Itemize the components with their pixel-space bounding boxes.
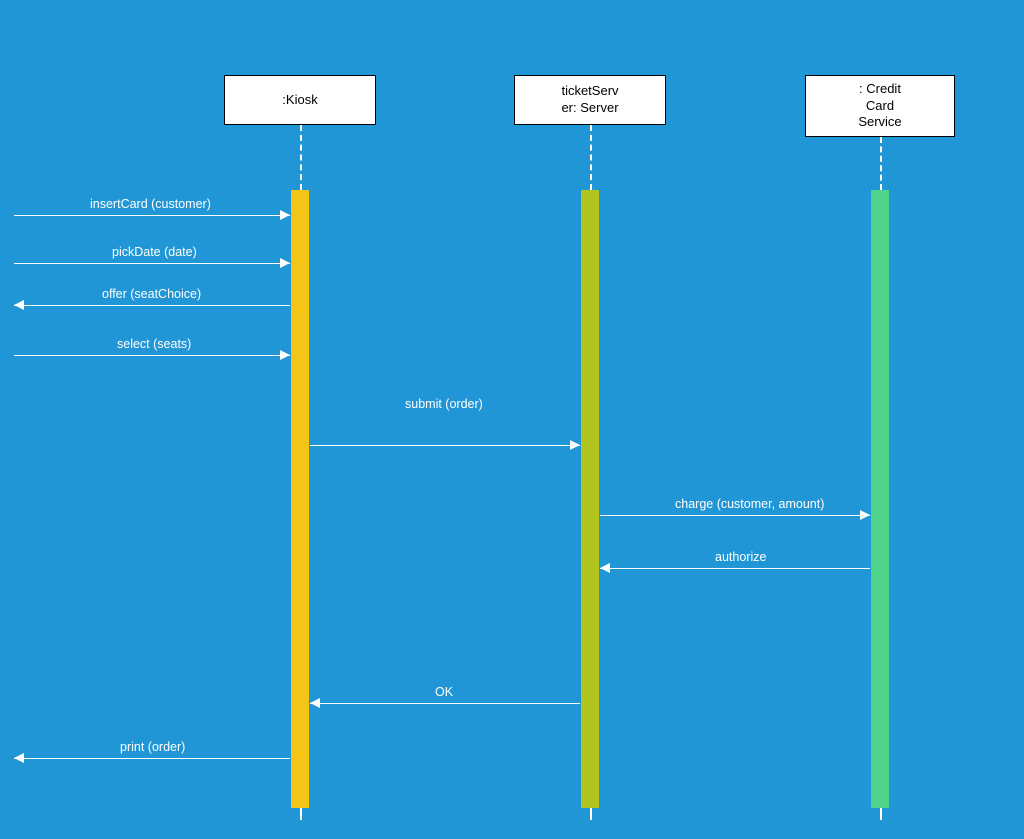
participant-kiosk: :Kiosk xyxy=(224,75,376,125)
activation-kiosk xyxy=(291,190,309,808)
lifeline-server xyxy=(590,125,592,190)
message-line xyxy=(600,568,870,569)
arrowhead-right-icon xyxy=(280,350,290,360)
lifeline-ccs xyxy=(880,137,882,190)
message-label: submit (order) xyxy=(405,397,483,411)
lifeline-tail-server xyxy=(590,808,592,820)
message-line xyxy=(14,215,290,216)
arrowhead-left-icon xyxy=(14,753,24,763)
message-line xyxy=(14,305,290,306)
message-line xyxy=(310,445,580,446)
message-label: select (seats) xyxy=(117,337,191,351)
lifeline-tail-ccs xyxy=(880,808,882,820)
message-label: charge (customer, amount) xyxy=(675,497,824,511)
message-label: authorize xyxy=(715,550,766,564)
participant-ccs: : Credit Card Service xyxy=(805,75,955,137)
message-label: offer (seatChoice) xyxy=(102,287,201,301)
arrowhead-left-icon xyxy=(600,563,610,573)
message-label: pickDate (date) xyxy=(112,245,197,259)
activation-ccs xyxy=(871,190,889,808)
arrowhead-left-icon xyxy=(14,300,24,310)
message-line xyxy=(14,758,290,759)
lifeline-tail-kiosk xyxy=(300,808,302,820)
message-label: OK xyxy=(435,685,453,699)
activation-server xyxy=(581,190,599,808)
arrowhead-right-icon xyxy=(280,210,290,220)
arrowhead-left-icon xyxy=(310,698,320,708)
message-line xyxy=(14,263,290,264)
participant-server: ticketServ er: Server xyxy=(514,75,666,125)
arrowhead-right-icon xyxy=(280,258,290,268)
arrowhead-right-icon xyxy=(570,440,580,450)
message-label: print (order) xyxy=(120,740,185,754)
message-line xyxy=(600,515,870,516)
message-line xyxy=(310,703,580,704)
lifeline-kiosk xyxy=(300,125,302,190)
message-label: insertCard (customer) xyxy=(90,197,211,211)
message-line xyxy=(14,355,290,356)
arrowhead-right-icon xyxy=(860,510,870,520)
